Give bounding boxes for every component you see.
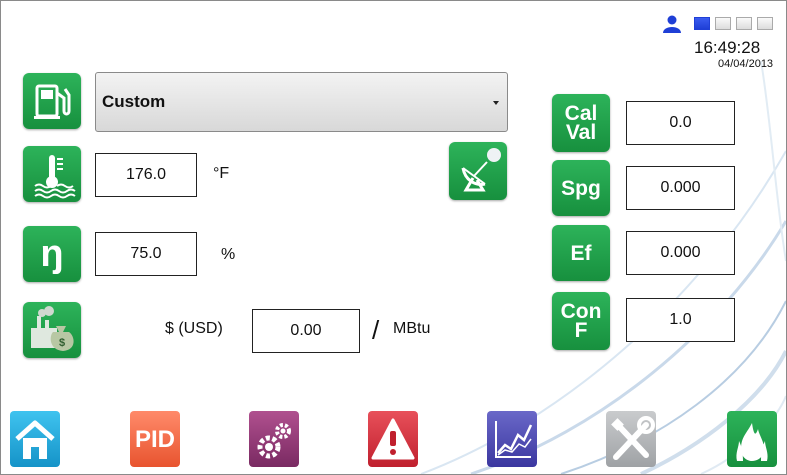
spg-field[interactable]: 0.000 — [626, 166, 735, 210]
alarm-icon — [371, 418, 415, 460]
satellite-dish-icon — [461, 148, 501, 192]
tools-icon — [611, 416, 655, 460]
nav-settings-button[interactable] — [249, 411, 299, 467]
temperature-field[interactable]: 176.0 — [95, 153, 197, 197]
fuel-type-value: Custom — [102, 92, 166, 111]
temperature-button[interactable] — [23, 146, 81, 202]
currency-label: $ (USD) — [165, 320, 223, 337]
nav-trend-button[interactable] — [487, 411, 537, 467]
per-slash: / — [372, 315, 380, 345]
nav-home-button[interactable] — [10, 411, 60, 467]
fuel-type-select[interactable]: Custom — [95, 72, 508, 132]
status-level-square-4 — [757, 17, 773, 30]
remote-button[interactable] — [449, 142, 507, 200]
spg-label: Spg — [561, 176, 601, 200]
fuel-cost-button[interactable]: $ — [23, 302, 81, 358]
status-level-square-3 — [736, 17, 752, 30]
settings-gears-icon — [257, 423, 291, 459]
temperature-unit: °F — [213, 165, 230, 182]
nav-tools-button[interactable] — [606, 411, 656, 467]
spg-button[interactable]: Spg — [552, 160, 610, 216]
trend-chart-icon — [495, 421, 533, 458]
screen: 16:49:28 04/04/2013 Custom 176.0 °F ŋ 75… — [0, 0, 787, 475]
efficiency-button[interactable]: ŋ — [23, 226, 81, 282]
pid-icon: PID — [134, 425, 175, 453]
con-f-label-2: F — [574, 319, 588, 342]
con-f-button[interactable]: Con F — [552, 292, 610, 350]
cal-val-field[interactable]: 0.0 — [626, 101, 735, 145]
status-level-square-2 — [715, 17, 731, 30]
status-level-square-1 — [694, 17, 710, 30]
efficiency-unit: % — [221, 246, 236, 263]
cal-val-button[interactable]: Cal Val — [552, 94, 610, 152]
clock-date: 04/04/2013 — [718, 58, 774, 70]
cal-val-label-2: Val — [565, 121, 597, 144]
con-f-field[interactable]: 1.0 — [626, 298, 735, 342]
chevron-down-icon — [493, 101, 499, 105]
home-icon — [15, 420, 55, 459]
eta-icon: ŋ — [40, 233, 64, 275]
fuel-cost-field[interactable]: 0.00 — [252, 309, 360, 353]
fuel-pump-icon — [34, 84, 71, 119]
nav-alarm-button[interactable] — [368, 411, 418, 467]
clock-time: 16:49:28 — [694, 38, 761, 57]
ef-button[interactable]: Ef — [552, 225, 610, 281]
user-icon — [661, 15, 683, 33]
flame-icon — [736, 423, 768, 461]
efficiency-field[interactable]: 75.0 — [95, 232, 197, 276]
ef-field[interactable]: 0.000 — [626, 231, 735, 275]
cost-unit: MBtu — [393, 320, 431, 337]
fuel-button[interactable] — [23, 73, 81, 129]
thermometer-icon — [34, 155, 76, 199]
nav-flame-button[interactable] — [727, 411, 777, 467]
svg-text:$: $ — [59, 337, 65, 349]
nav-pid-button[interactable]: PID — [130, 411, 180, 467]
money-bag-factory-icon: $ — [31, 306, 74, 351]
ef-label: Ef — [570, 241, 592, 265]
